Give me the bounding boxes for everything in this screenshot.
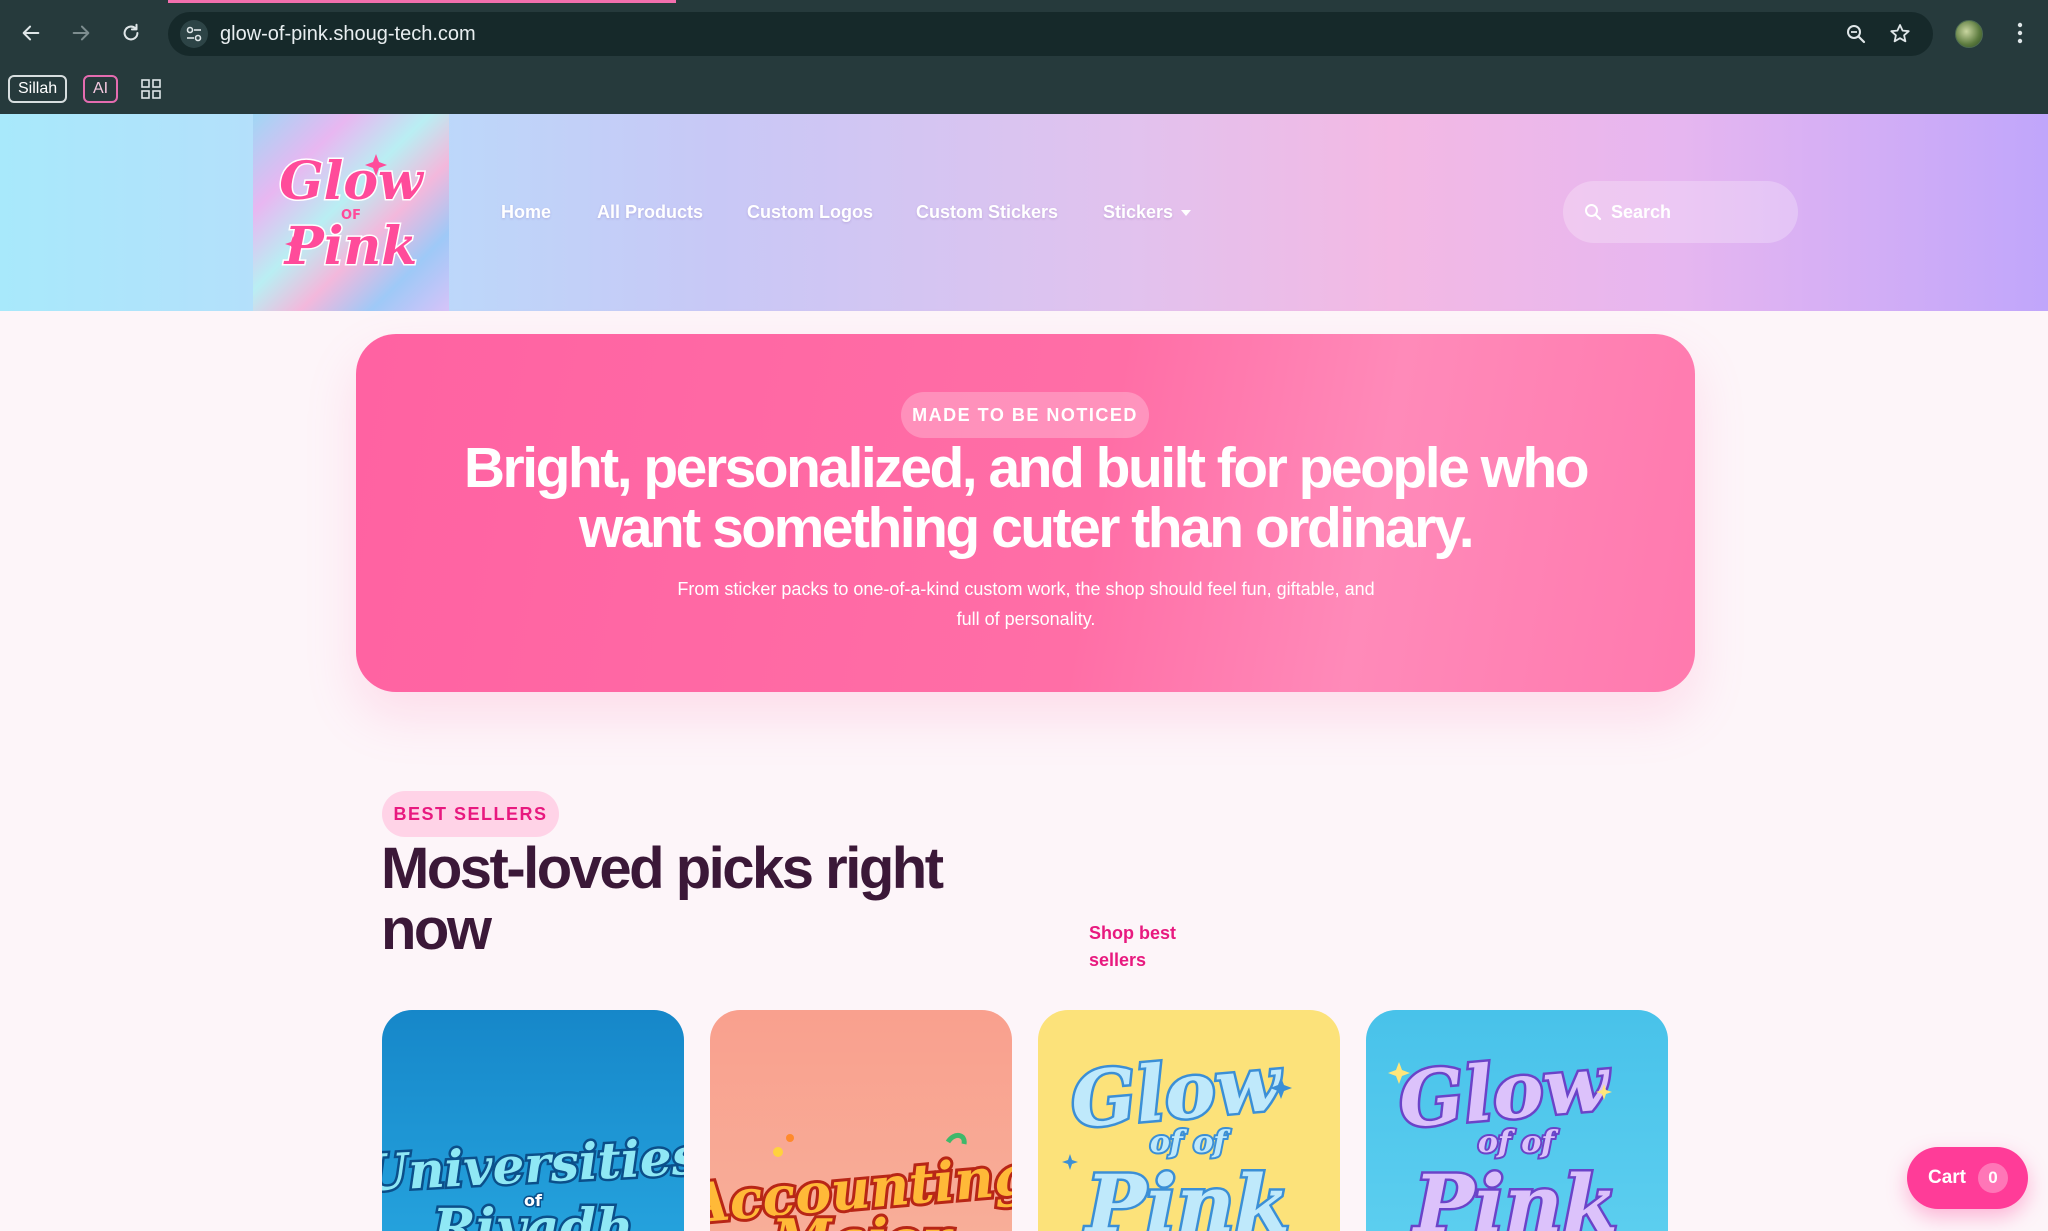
page-load-progress — [168, 0, 676, 3]
cart-button[interactable]: Cart 0 — [1907, 1147, 2028, 1209]
address-bar[interactable]: glow-of-pink.shoug-tech.com — [168, 12, 1933, 56]
nav-home[interactable]: Home — [501, 197, 551, 227]
back-button[interactable] — [16, 18, 46, 48]
hero-title-line-1: Bright, personalized, and built for peop… — [463, 436, 1590, 500]
search-placeholder: Search — [1611, 202, 1672, 222]
cart-label: Cart — [1928, 1167, 1967, 1188]
hero-title: Bright, personalized, and built for peop… — [356, 438, 1695, 558]
profile-avatar[interactable] — [1955, 20, 1983, 48]
bookmark-star-icon[interactable] — [1888, 22, 1912, 46]
site-header: Glow OF Pink Home All Products Custom Lo… — [0, 114, 2048, 311]
svg-text:Pink: Pink — [283, 216, 418, 277]
svg-text:of of: of of — [1150, 1125, 1231, 1160]
nav-stickers-dropdown[interactable]: Stickers — [1103, 197, 1192, 227]
nav-all-products[interactable]: All Products — [597, 197, 703, 227]
best-sellers-badge: BEST SELLERS — [382, 791, 559, 837]
best-sellers-title-line-2: now — [381, 897, 492, 962]
url-text[interactable]: glow-of-pink.shoug-tech.com — [220, 12, 476, 56]
product-image-glow-blue: Glow of of Pink — [1388, 1035, 1621, 1231]
best-sellers-title-line-1: Most-loved picks right — [381, 836, 944, 901]
svg-text:Riyadh: Riyadh — [430, 1198, 633, 1231]
product-image-accounting: Accounting Major — [710, 1133, 1012, 1231]
svg-text:of of: of of — [1478, 1125, 1559, 1160]
cart-count-badge: 0 — [1978, 1163, 2008, 1193]
product-image-universities: Universities of Riyadh — [382, 1124, 684, 1231]
hero-banner: MADE TO BE NOTICED Bright, personalized,… — [356, 334, 1695, 692]
hero-badge: MADE TO BE NOTICED — [901, 392, 1149, 438]
search-icon — [1585, 204, 1602, 221]
chevron-down-icon — [1181, 210, 1192, 217]
search-input[interactable]: Search — [1563, 181, 1798, 243]
browser-chrome: glow-of-pink.shoug-tech.com Sillah AI — [0, 0, 2048, 114]
svg-text:Pink: Pink — [1412, 1157, 1618, 1231]
product-card[interactable]: Glow of of Pink — [1366, 1010, 1668, 1231]
product-card[interactable]: Universities of Riyadh — [382, 1010, 684, 1231]
forward-button[interactable] — [66, 18, 96, 48]
site-info-button[interactable] — [180, 20, 208, 48]
hero-subtitle-line-2: full of personality. — [956, 609, 1096, 629]
tune-icon — [186, 26, 202, 42]
shop-best-sellers-line-1: Shop best — [1089, 923, 1177, 943]
shop-best-sellers-line-2: sellers — [1089, 950, 1147, 970]
logo-graphic: Glow OF Pink — [278, 150, 427, 279]
forward-arrow-icon — [72, 25, 90, 41]
bookmark-sillah[interactable]: Sillah — [8, 75, 68, 103]
nav-stickers-label: Stickers — [1103, 202, 1174, 222]
product-card[interactable]: Accounting Major — [710, 1010, 1012, 1231]
zoom-icon[interactable] — [1844, 22, 1868, 46]
product-card[interactable]: Glow of of Pink — [1038, 1010, 1340, 1231]
shop-best-sellers-link[interactable]: Shop best sellers — [1089, 920, 1199, 974]
bookmark-ai[interactable]: AI — [83, 75, 119, 103]
site-logo[interactable]: Glow OF Pink — [253, 114, 449, 311]
svg-text:Glow: Glow — [279, 151, 425, 212]
hero-subtitle-line-1: From sticker packs to one-of-a-kind cust… — [677, 579, 1375, 599]
hero-subtitle: From sticker packs to one-of-a-kind cust… — [646, 574, 1406, 634]
apps-grid-icon[interactable] — [140, 78, 162, 100]
nav-custom-stickers[interactable]: Custom Stickers — [916, 197, 1058, 227]
back-arrow-icon — [22, 25, 40, 41]
browser-menu-icon[interactable] — [2010, 18, 2030, 48]
svg-text:Pink: Pink — [1084, 1157, 1290, 1231]
product-image-glow-yellow: Glow of of Pink — [1062, 1035, 1293, 1231]
hero-title-line-2: want something cuter than ordinary. — [578, 496, 1475, 560]
nav-custom-logos[interactable]: Custom Logos — [747, 197, 873, 227]
reload-button[interactable] — [116, 18, 146, 48]
svg-text:Major: Major — [770, 1207, 954, 1231]
reload-icon — [123, 23, 139, 41]
best-sellers-title: Most-loved picks right now — [381, 838, 1021, 960]
